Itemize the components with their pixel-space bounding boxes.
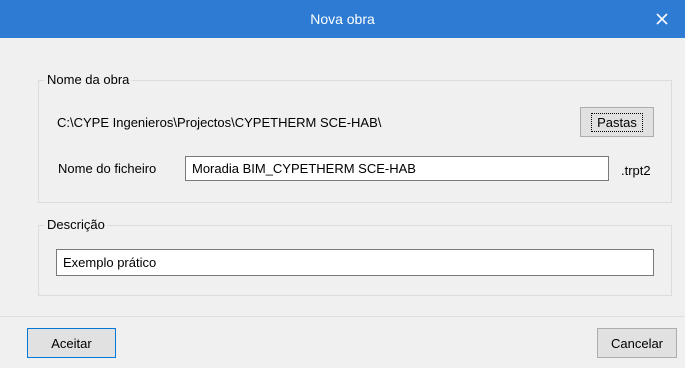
nome-da-obra-group: Nome da obra <box>38 72 672 203</box>
pastas-button-label: Pastas <box>591 112 643 132</box>
pastas-button[interactable]: Pastas <box>580 107 654 137</box>
close-button[interactable] <box>639 0 685 38</box>
file-extension: .trpt2 <box>621 163 651 178</box>
close-icon <box>656 13 668 25</box>
descricao-legend: Descrição <box>44 217 108 233</box>
accept-button-label: Aceitar <box>51 335 92 351</box>
accept-button[interactable]: Aceitar <box>27 328 116 358</box>
project-path: C:\CYPE Ingenieros\Projectos\CYPETHERM S… <box>57 115 382 130</box>
description-input[interactable] <box>56 249 654 276</box>
dialog-window: Nova obra Nome da obra C:\CYPE Ingeniero… <box>0 0 685 368</box>
file-name-label: Nome do ficheiro <box>58 161 157 176</box>
title-bar: Nova obra <box>0 0 685 38</box>
nome-da-obra-legend: Nome da obra <box>44 72 133 88</box>
file-name-input[interactable] <box>185 156 609 181</box>
dialog-title: Nova obra <box>310 11 375 27</box>
cancel-button-label: Cancelar <box>610 335 664 351</box>
cancel-button[interactable]: Cancelar <box>597 328 677 358</box>
